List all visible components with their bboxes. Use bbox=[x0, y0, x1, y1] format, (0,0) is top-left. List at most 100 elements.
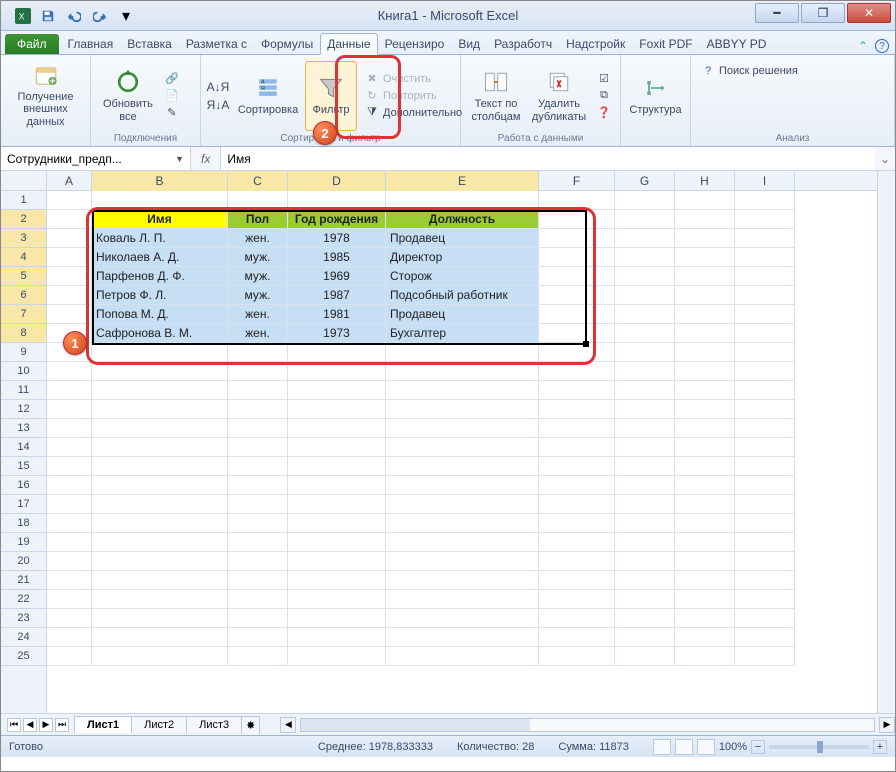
tab-foxit[interactable]: Foxit PDF bbox=[632, 33, 699, 54]
cell[interactable] bbox=[539, 438, 615, 457]
cell[interactable] bbox=[615, 628, 675, 647]
row-head-22[interactable]: 22 bbox=[1, 590, 46, 609]
cell[interactable] bbox=[735, 248, 795, 267]
cell[interactable] bbox=[47, 533, 92, 552]
cell[interactable] bbox=[228, 495, 288, 514]
cell[interactable]: Подсобный работник bbox=[386, 286, 539, 305]
cell[interactable] bbox=[92, 438, 228, 457]
cell[interactable]: муж. bbox=[228, 267, 288, 286]
cell[interactable] bbox=[675, 647, 735, 666]
cell[interactable] bbox=[735, 324, 795, 343]
cell[interactable] bbox=[615, 514, 675, 533]
cell[interactable] bbox=[386, 400, 539, 419]
cell[interactable] bbox=[228, 628, 288, 647]
whatif-button[interactable]: ❓ bbox=[595, 105, 613, 121]
cell[interactable] bbox=[735, 590, 795, 609]
tab-nav-last-icon[interactable]: ⏭ bbox=[55, 718, 69, 732]
cell[interactable] bbox=[615, 590, 675, 609]
cell[interactable] bbox=[92, 476, 228, 495]
cell[interactable] bbox=[386, 438, 539, 457]
tab-review[interactable]: Рецензиро bbox=[378, 33, 452, 54]
cell[interactable] bbox=[228, 571, 288, 590]
cell[interactable] bbox=[615, 419, 675, 438]
cell[interactable] bbox=[735, 533, 795, 552]
cell[interactable]: муж. bbox=[228, 286, 288, 305]
reapply-filter-button[interactable]: ↻Повторить bbox=[363, 88, 464, 104]
cell[interactable]: Продавец bbox=[386, 229, 539, 248]
row-head-20[interactable]: 20 bbox=[1, 552, 46, 571]
cell[interactable] bbox=[288, 647, 386, 666]
cell[interactable] bbox=[615, 267, 675, 286]
cell[interactable] bbox=[47, 476, 92, 495]
cell[interactable] bbox=[288, 609, 386, 628]
cell[interactable] bbox=[47, 305, 92, 324]
cell[interactable] bbox=[539, 533, 615, 552]
cell[interactable] bbox=[386, 590, 539, 609]
cell[interactable] bbox=[615, 647, 675, 666]
cell[interactable] bbox=[735, 571, 795, 590]
name-box[interactable]: Сотрудники_предп... ▼ bbox=[1, 147, 191, 170]
cell[interactable] bbox=[228, 381, 288, 400]
cell[interactable] bbox=[92, 552, 228, 571]
cell[interactable] bbox=[47, 647, 92, 666]
row-head-5[interactable]: 5 bbox=[1, 267, 46, 286]
cell[interactable] bbox=[675, 590, 735, 609]
row-head-17[interactable]: 17 bbox=[1, 495, 46, 514]
cell[interactable] bbox=[675, 267, 735, 286]
connections-button[interactable]: 🔗 bbox=[163, 71, 181, 87]
cell[interactable] bbox=[675, 362, 735, 381]
cell[interactable] bbox=[288, 400, 386, 419]
get-external-data-button[interactable]: Получение внешних данных bbox=[9, 61, 82, 131]
text-to-columns-button[interactable]: Текст по столбцам bbox=[469, 61, 523, 131]
cell[interactable] bbox=[539, 286, 615, 305]
cell[interactable] bbox=[47, 590, 92, 609]
cell[interactable] bbox=[228, 191, 288, 210]
cell[interactable] bbox=[92, 571, 228, 590]
qat-more-icon[interactable]: ▾ bbox=[115, 6, 137, 26]
cell[interactable]: 1973 bbox=[288, 324, 386, 343]
cell[interactable] bbox=[615, 571, 675, 590]
cell[interactable] bbox=[47, 229, 92, 248]
col-head-F[interactable]: F bbox=[539, 171, 615, 191]
tab-view[interactable]: Вид bbox=[451, 33, 487, 54]
cell[interactable] bbox=[735, 628, 795, 647]
cell[interactable]: Имя bbox=[92, 210, 228, 229]
cell[interactable]: 1985 bbox=[288, 248, 386, 267]
clear-filter-button[interactable]: ✖Очистить bbox=[363, 71, 464, 87]
cell[interactable] bbox=[288, 590, 386, 609]
refresh-all-button[interactable]: Обновить все bbox=[99, 61, 157, 131]
cell[interactable]: жен. bbox=[228, 324, 288, 343]
cell[interactable] bbox=[735, 305, 795, 324]
cell[interactable] bbox=[386, 571, 539, 590]
cell[interactable]: Петров Ф. Л. bbox=[92, 286, 228, 305]
new-sheet-button[interactable]: ✸ bbox=[241, 716, 260, 734]
tab-addins[interactable]: Надстройк bbox=[559, 33, 632, 54]
cell[interactable]: 1978 bbox=[288, 229, 386, 248]
cell[interactable] bbox=[47, 210, 92, 229]
cell[interactable]: Пол bbox=[228, 210, 288, 229]
cell[interactable] bbox=[288, 457, 386, 476]
select-all-corner[interactable] bbox=[1, 171, 47, 191]
cell[interactable] bbox=[92, 533, 228, 552]
name-box-dropdown-icon[interactable]: ▼ bbox=[175, 154, 184, 164]
hscroll-left-icon[interactable]: ◀ bbox=[280, 717, 296, 733]
cell[interactable] bbox=[615, 609, 675, 628]
cell[interactable] bbox=[228, 647, 288, 666]
cell[interactable] bbox=[735, 210, 795, 229]
tab-nav-prev-icon[interactable]: ◀ bbox=[23, 718, 37, 732]
cell[interactable]: Сторож bbox=[386, 267, 539, 286]
cell[interactable] bbox=[386, 552, 539, 571]
zoom-in-button[interactable]: + bbox=[873, 740, 887, 754]
tab-formulas[interactable]: Формулы bbox=[254, 33, 320, 54]
cell[interactable]: жен. bbox=[228, 305, 288, 324]
cell[interactable] bbox=[615, 324, 675, 343]
cell[interactable] bbox=[288, 343, 386, 362]
edit-links-button[interactable]: ✎ bbox=[163, 105, 181, 121]
tab-nav-first-icon[interactable]: ⏮ bbox=[7, 718, 21, 732]
row-head-9[interactable]: 9 bbox=[1, 343, 46, 362]
cell[interactable] bbox=[539, 267, 615, 286]
cell[interactable] bbox=[228, 552, 288, 571]
cell[interactable] bbox=[675, 628, 735, 647]
cell[interactable] bbox=[675, 210, 735, 229]
data-validation-button[interactable]: ☑ bbox=[595, 71, 613, 87]
